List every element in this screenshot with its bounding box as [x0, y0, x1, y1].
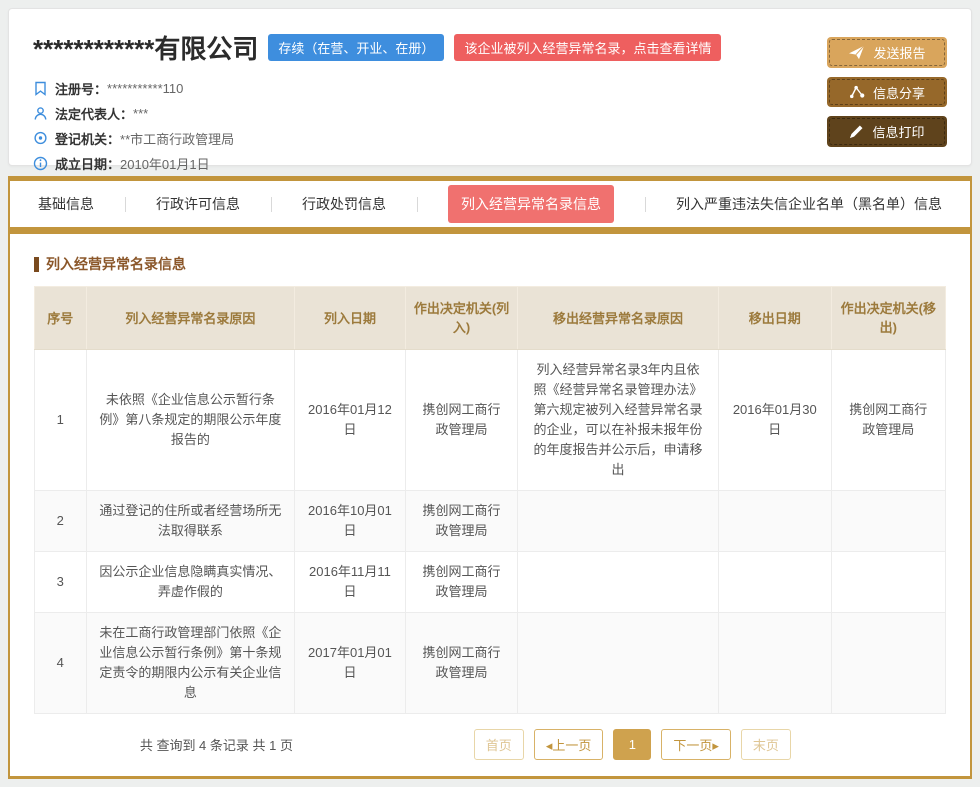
tab-serious-violation-blacklist[interactable]: 列入严重违法失信企业名单（黑名单）信息 — [676, 194, 942, 214]
pagination: 共 查询到 4 条记录 共 1 页 首页 ◂上一页 1 下一页▸ 末页 — [10, 714, 970, 776]
section-title: 列入经营异常名录信息 — [34, 254, 946, 274]
info-row-registration-number: 注册号： ***********110 — [33, 76, 721, 101]
cell-listing-reason: 未在工商行政管理部门依照《企业信息公示暂行条例》第十条规定责令的期限内公示有关企… — [86, 613, 295, 714]
tab-abnormal-operation-list[interactable]: 列入经营异常名录信息 — [448, 185, 614, 223]
records-summary: 共 查询到 4 条记录 共 1 页 — [34, 735, 399, 754]
info-label: 登记机关： — [55, 129, 120, 148]
table-row: 3 因公示企业信息隐瞒真实情况、弄虚作假的 2016年11月11日 携创网工商行… — [35, 552, 946, 613]
column-header-seq: 序号 — [35, 287, 87, 350]
company-info-list: 注册号： ***********110 法定代表人： *** 登记机关： **市… — [33, 76, 721, 176]
cell-listing-authority: 携创网工商行政管理局 — [405, 613, 517, 714]
cell-listing-date: 2016年10月01日 — [295, 491, 406, 552]
cell-seq: 3 — [35, 552, 87, 613]
tab-separator — [125, 197, 126, 212]
column-header-listing-authority: 作出决定机关(列入) — [405, 287, 517, 350]
cell-listing-reason: 因公示企业信息隐瞒真实情况、弄虚作假的 — [86, 552, 295, 613]
column-header-listing-reason: 列入经营异常名录原因 — [86, 287, 295, 350]
cell-listing-reason: 通过登记的住所或者经营场所无法取得联系 — [86, 491, 295, 552]
column-header-listing-date: 列入日期 — [295, 287, 406, 350]
cell-removal-reason — [518, 552, 719, 613]
section-title-text: 列入经营异常名录信息 — [46, 254, 186, 274]
location-icon — [33, 131, 48, 146]
info-circle-icon — [33, 156, 48, 171]
section-title-marker — [34, 257, 39, 272]
table-row: 4 未在工商行政管理部门依照《企业信息公示暂行条例》第十条规定责令的期限内公示有… — [35, 613, 946, 714]
cell-listing-date: 2017年01月01日 — [295, 613, 406, 714]
cell-listing-authority: 携创网工商行政管理局 — [405, 552, 517, 613]
tab-separator — [417, 197, 418, 212]
last-page-button[interactable]: 末页 — [741, 729, 791, 760]
cell-listing-reason: 未依照《企业信息公示暂行条例》第八条规定的期限公示年度报告的 — [86, 350, 295, 491]
paper-plane-icon — [848, 45, 865, 60]
table-row: 2 通过登记的住所或者经营场所无法取得联系 2016年10月01日 携创网工商行… — [35, 491, 946, 552]
person-icon — [33, 106, 48, 121]
first-page-button[interactable]: 首页 — [474, 729, 524, 760]
column-header-removal-reason: 移出经营异常名录原因 — [518, 287, 719, 350]
abnormal-records-table: 序号 列入经营异常名录原因 列入日期 作出决定机关(列入) 移出经营异常名录原因… — [34, 286, 946, 714]
abnormal-alert-badge[interactable]: 该企业被列入经营异常名录，点击查看详情 — [454, 34, 721, 61]
page: ************有限公司 存续（在营、开业、在册） 该企业被列入经营异常… — [0, 0, 980, 787]
company-title-row: ************有限公司 存续（在营、开业、在册） 该企业被列入经营异常… — [33, 29, 721, 66]
cell-removal-authority — [831, 491, 945, 552]
cell-removal-authority — [831, 613, 945, 714]
cell-listing-date: 2016年01月12日 — [295, 350, 406, 491]
send-report-label: 发送报告 — [873, 43, 925, 62]
info-row-establishment-date: 成立日期： 2010年01月1日 — [33, 151, 721, 176]
current-page-button[interactable]: 1 — [613, 729, 651, 760]
info-row-legal-representative: 法定代表人： *** — [33, 101, 721, 126]
print-info-label: 信息打印 — [872, 122, 924, 141]
pencil-icon — [849, 124, 864, 139]
tabbar: 基础信息 行政许可信息 行政处罚信息 列入经营异常名录信息 列入严重违法失信企业… — [10, 181, 970, 227]
share-nodes-icon — [849, 85, 865, 99]
send-report-button[interactable]: 发送报告 — [827, 37, 947, 68]
print-info-button[interactable]: 信息打印 — [827, 116, 947, 147]
cell-removal-reason — [518, 613, 719, 714]
cell-removal-reason — [518, 491, 719, 552]
cell-seq: 4 — [35, 613, 87, 714]
cell-removal-date — [718, 491, 831, 552]
info-label: 法定代表人： — [55, 104, 133, 123]
cell-listing-authority: 携创网工商行政管理局 — [405, 491, 517, 552]
cell-removal-authority — [831, 552, 945, 613]
tab-separator — [271, 197, 272, 212]
cell-seq: 2 — [35, 491, 87, 552]
company-name: ************有限公司 — [33, 29, 258, 66]
establishment-date-value: 2010年01月1日 — [120, 154, 210, 173]
cell-seq: 1 — [35, 350, 87, 491]
table-header-row: 序号 列入经营异常名录原因 列入日期 作出决定机关(列入) 移出经营异常名录原因… — [35, 287, 946, 350]
company-header-card: ************有限公司 存续（在营、开业、在册） 该企业被列入经营异常… — [8, 8, 972, 166]
cell-removal-date — [718, 613, 831, 714]
registration-number-value: ***********110 — [107, 81, 183, 96]
cell-removal-reason: 列入经营异常名录3年内且依照《经营异常名录管理办法》第六规定被列入经营异常名录的… — [518, 350, 719, 491]
tab-separator — [645, 197, 646, 212]
cell-listing-authority: 携创网工商行政管理局 — [405, 350, 517, 491]
pager-buttons: 首页 ◂上一页 1 下一页▸ 末页 — [399, 729, 791, 760]
cell-listing-date: 2016年11月11日 — [295, 552, 406, 613]
status-badge: 存续（在营、开业、在册） — [268, 34, 444, 61]
cell-removal-authority: 携创网工商行政管理局 — [831, 350, 945, 491]
share-info-label: 信息分享 — [873, 83, 925, 102]
tab-administrative-penalty[interactable]: 行政处罚信息 — [302, 194, 386, 214]
tab-basic-info[interactable]: 基础信息 — [38, 194, 94, 214]
gold-divider — [10, 227, 970, 234]
next-page-button[interactable]: 下一页▸ — [661, 729, 731, 760]
prev-page-button[interactable]: ◂上一页 — [534, 729, 604, 760]
badge-icon — [33, 81, 48, 96]
info-label: 注册号： — [55, 79, 107, 98]
header-actions: 发送报告 信息分享 信息打印 — [827, 29, 947, 147]
cell-removal-date — [718, 552, 831, 613]
company-info-block: ************有限公司 存续（在营、开业、在册） 该企业被列入经营异常… — [33, 29, 721, 147]
column-header-removal-date: 移出日期 — [718, 287, 831, 350]
share-info-button[interactable]: 信息分享 — [827, 77, 947, 108]
tab-administrative-license[interactable]: 行政许可信息 — [156, 194, 240, 214]
cell-removal-date: 2016年01月30日 — [718, 350, 831, 491]
legal-representative-value: *** — [133, 106, 148, 121]
table-row: 1 未依照《企业信息公示暂行条例》第八条规定的期限公示年度报告的 2016年01… — [35, 350, 946, 491]
detail-panel: 基础信息 行政许可信息 行政处罚信息 列入经营异常名录信息 列入严重违法失信企业… — [8, 176, 972, 779]
info-row-registration-authority: 登记机关： **市工商行政管理局 — [33, 126, 721, 151]
registration-authority-value: **市工商行政管理局 — [120, 129, 234, 148]
info-label: 成立日期： — [55, 154, 120, 173]
column-header-removal-authority: 作出决定机关(移出) — [831, 287, 945, 350]
